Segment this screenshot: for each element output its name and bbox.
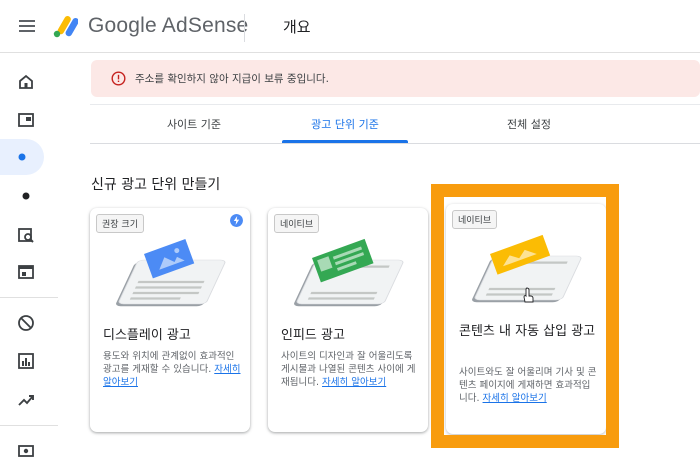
display-ad-illustration bbox=[116, 238, 226, 307]
sidebar bbox=[0, 53, 62, 462]
header-divider bbox=[244, 14, 245, 42]
display-ad-card[interactable]: 권장 크기 디스플레이 광고 용도와 위치에 관계없이 효과적인 광고를 게재할… bbox=[90, 208, 250, 432]
sidebar-divider bbox=[0, 297, 58, 298]
card-title: 인피드 광고 bbox=[281, 328, 345, 343]
card-description: 사이트의 디자인과 잘 어울리도록 게시물과 나열된 콘텐츠 사이에 게재됩니다… bbox=[281, 350, 421, 389]
block-icon bbox=[18, 315, 34, 331]
search-report-icon bbox=[18, 228, 34, 243]
learn-more-link[interactable]: 자세히 알아보기 bbox=[322, 377, 386, 388]
top-app-bar: Google AdSense 개요 bbox=[0, 0, 700, 53]
sidebar-item-search-report[interactable] bbox=[0, 217, 52, 253]
sidebar-item-browser[interactable] bbox=[0, 254, 52, 290]
payment-hold-alert: 주소를 확인하지 않아 지급이 보류 중입니다. bbox=[91, 60, 700, 97]
dot-icon bbox=[18, 153, 26, 161]
card-tag: 네이티브 bbox=[274, 214, 320, 233]
sidebar-item-block[interactable] bbox=[0, 305, 52, 341]
card-tag: 권장 크기 bbox=[96, 214, 144, 233]
bolt-icon bbox=[230, 214, 243, 227]
app-name[interactable]: Google AdSense bbox=[88, 14, 248, 38]
active-tab-indicator bbox=[282, 140, 408, 143]
page-title: 개요 bbox=[283, 18, 311, 36]
view-tabs: 사이트 기준 광고 단위 기준 전체 설정 bbox=[90, 104, 700, 144]
sidebar-item-ads[interactable] bbox=[0, 102, 52, 138]
sidebar-item-reports[interactable] bbox=[0, 343, 52, 379]
in-article-ad-card[interactable]: 네이티브 콘텐츠 내 자동 삽입 광고 사이트와도 잘 어울리며 기사 및 콘텐… bbox=[446, 204, 606, 434]
card-title: 콘텐츠 내 자동 삽입 광고 bbox=[459, 324, 596, 339]
card-description: 사이트와도 잘 어울리며 기사 및 콘텐츠 페이지에 게재하면 효과적입니다. … bbox=[459, 366, 599, 405]
adsense-logo-icon[interactable] bbox=[52, 13, 78, 39]
payments-icon bbox=[18, 445, 34, 457]
card-title: 디스플레이 광고 bbox=[103, 328, 191, 343]
infeed-ad-illustration bbox=[294, 238, 404, 307]
sidebar-item-home[interactable] bbox=[0, 64, 52, 100]
tab-global-settings[interactable]: 전체 설정 bbox=[464, 105, 594, 144]
card-tag: 네이티브 bbox=[452, 210, 498, 229]
ads-icon bbox=[18, 113, 34, 127]
tab-by-ad-unit[interactable]: 광고 단위 기준 bbox=[282, 105, 408, 144]
card-description: 용도와 위치에 관계없이 효과적인 광고를 게재할 수 있습니다. 자세히 알아… bbox=[103, 350, 243, 389]
tab-by-site[interactable]: 사이트 기준 bbox=[114, 105, 274, 144]
learn-more-link[interactable]: 자세히 알아보기 bbox=[483, 393, 547, 404]
dot-icon bbox=[22, 192, 30, 200]
sidebar-item-optimization[interactable] bbox=[0, 382, 52, 418]
browser-icon bbox=[18, 265, 34, 279]
section-title: 신규 광고 단위 만들기 bbox=[91, 177, 221, 193]
infeed-ad-card[interactable]: 네이티브 인피드 광고 사이트의 디자인과 잘 어울리도록 게시물과 나열된 콘… bbox=[268, 208, 428, 432]
menu-icon[interactable] bbox=[18, 17, 36, 35]
reports-icon bbox=[18, 353, 34, 369]
in-article-ad-illustration bbox=[472, 234, 582, 303]
error-icon bbox=[111, 71, 126, 86]
sidebar-divider bbox=[0, 425, 58, 426]
alert-message: 주소를 확인하지 않아 지급이 보류 중입니다. bbox=[135, 73, 329, 85]
sidebar-item-sub[interactable] bbox=[0, 178, 52, 214]
home-icon bbox=[19, 74, 33, 89]
sidebar-item-sites[interactable] bbox=[0, 139, 44, 175]
sidebar-item-payments[interactable] bbox=[0, 433, 52, 469]
optimization-icon bbox=[18, 395, 34, 406]
